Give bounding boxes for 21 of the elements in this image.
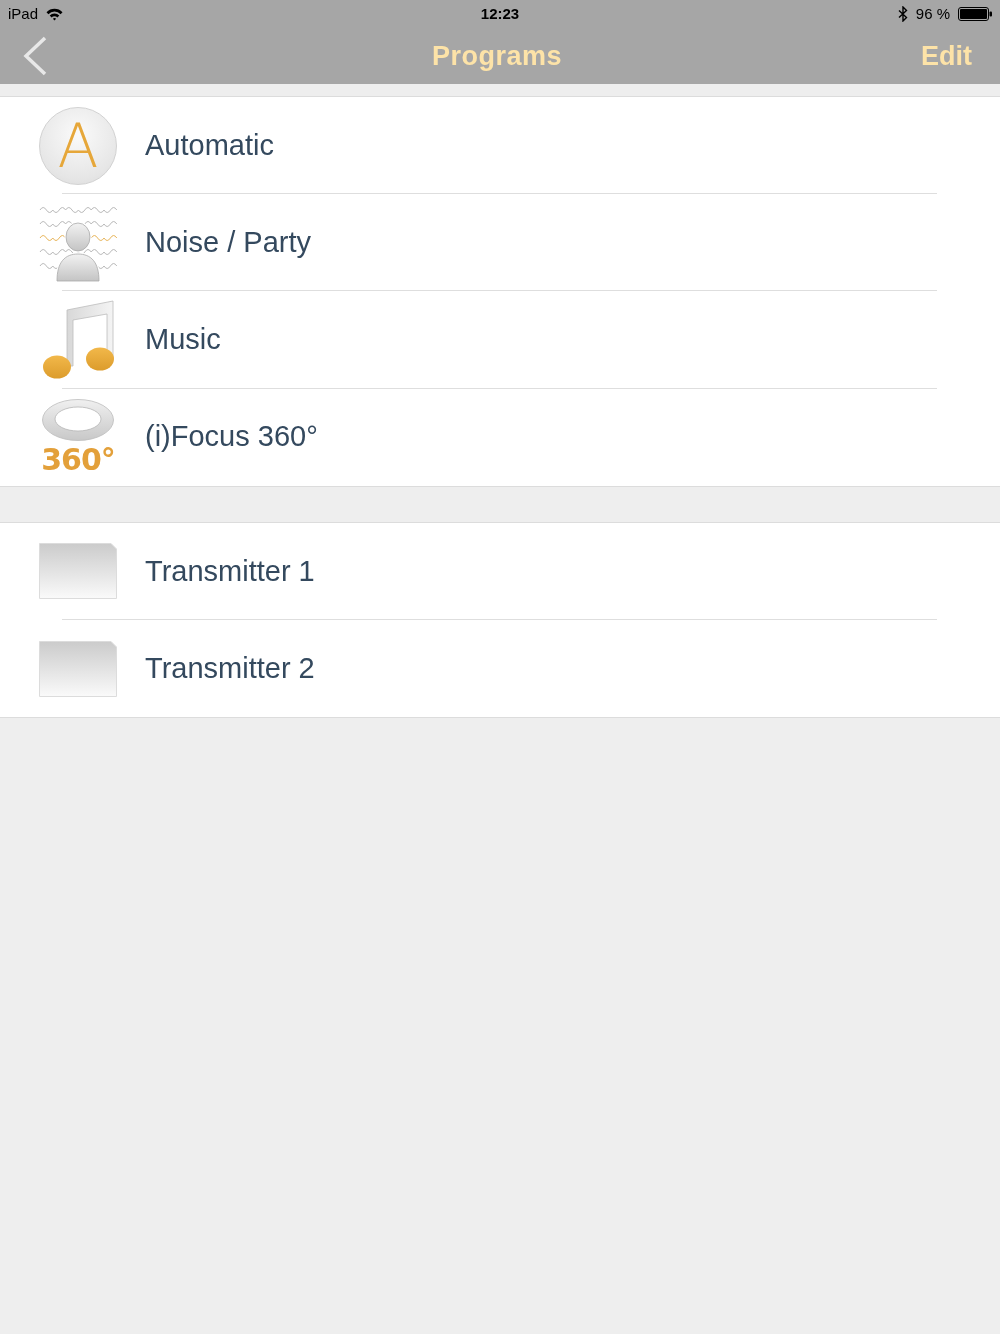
program-item[interactable]: A Automatic <box>0 97 1000 195</box>
program-item[interactable]: Transmitter 1 <box>0 522 1000 620</box>
chevron-left-icon <box>22 36 48 76</box>
program-item[interactable]: Transmitter 2 <box>0 619 1000 718</box>
bluetooth-icon <box>897 6 908 22</box>
blank-tile-icon <box>39 543 117 600</box>
wifi-icon <box>46 7 64 21</box>
page-title: Programs <box>431 39 563 73</box>
letter-icon: A <box>39 106 117 185</box>
degree-label: 360° <box>41 445 115 476</box>
blank-tile-icon <box>39 640 117 697</box>
battery-icon <box>958 7 992 21</box>
music-note-icon <box>42 299 114 380</box>
status-time: 12:23 <box>480 3 520 24</box>
device-name: iPad <box>8 3 39 24</box>
program-item[interactable]: 360° (i)Focus 360° <box>0 388 1000 486</box>
program-item[interactable]: Music <box>0 291 1000 389</box>
program-item[interactable]: Noise / Party <box>0 194 1000 292</box>
back-button[interactable] <box>22 36 48 76</box>
battery-percent: 96 % <box>915 3 950 24</box>
ring-icon <box>42 399 114 442</box>
